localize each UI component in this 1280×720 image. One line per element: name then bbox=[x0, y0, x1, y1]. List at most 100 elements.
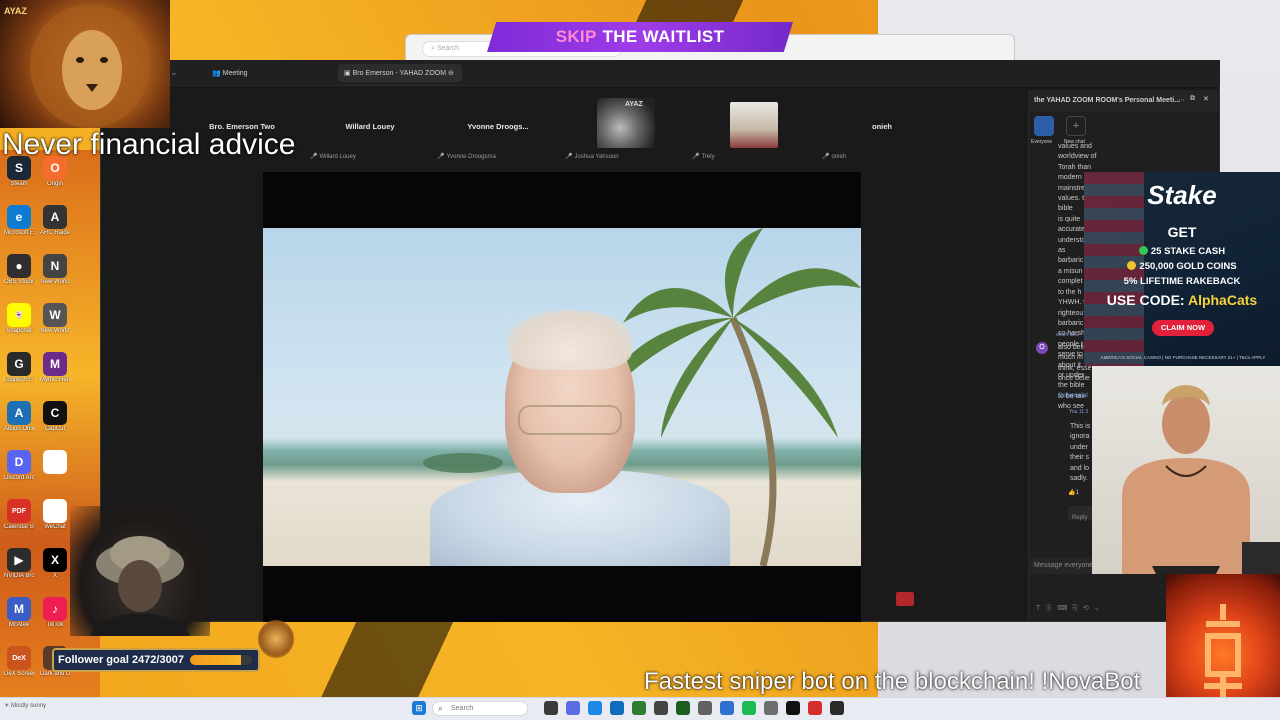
participant-name-6: onieh bbox=[872, 122, 892, 131]
desktop-icon[interactable]: DeXDeX Screener bbox=[4, 646, 34, 690]
participant-sub-4-text: Joshua Yahsuun bbox=[574, 154, 619, 160]
desktop-icon[interactable]: 👻 Snapchat bbox=[4, 303, 34, 347]
close-icon[interactable]: ⊖ bbox=[448, 70, 454, 77]
banner-skip-word: SKIP bbox=[555, 27, 597, 46]
taskbar-app-icon[interactable] bbox=[720, 701, 734, 715]
skip-waitlist-banner[interactable]: SKIP THE WAITLIST bbox=[487, 22, 793, 52]
weather-widget[interactable]: ☀ Mostly sunny bbox=[4, 702, 46, 709]
ad-line-3: 5% LIFETIME RAKEBACK bbox=[1123, 276, 1241, 287]
app-icon: W bbox=[43, 303, 67, 327]
participant-sub-5: 🎤 Trely bbox=[692, 153, 715, 160]
app-icon: M bbox=[7, 597, 31, 621]
app-icon: N bbox=[43, 254, 67, 278]
taskbar-app-icon[interactable] bbox=[808, 701, 822, 715]
participant-thumb-couple[interactable] bbox=[730, 102, 778, 148]
mic-off-icon: 🎤 bbox=[437, 154, 445, 160]
guest-webcam bbox=[1092, 366, 1280, 574]
ad-fine-print: AMERICA'S SOCIAL CASINO | NO PURCHASE NE… bbox=[1100, 355, 1266, 360]
desktop-icon[interactable]: ▶NVIDIA Broadcast bbox=[4, 548, 34, 592]
desktop-icon[interactable]: GLogitech G HUB bbox=[4, 352, 34, 396]
chat-tab-everyone[interactable]: Everyone bbox=[1031, 139, 1052, 145]
app-icon: C bbox=[43, 401, 67, 425]
app-icon: e bbox=[7, 205, 31, 229]
weather-label: Mostly sunny bbox=[11, 703, 47, 709]
cash-coin-icon bbox=[1138, 246, 1148, 255]
ad-code-line: USE CODE: AlphaCats bbox=[1084, 292, 1280, 308]
chat-line: under bbox=[1070, 443, 1088, 451]
desktop-icon[interactable]: MMythic Heroes bbox=[40, 352, 70, 396]
record-icon[interactable] bbox=[896, 592, 914, 606]
chat-everyone-avatar[interactable] bbox=[1034, 116, 1054, 136]
close-icon[interactable]: ✕ bbox=[1203, 95, 1209, 103]
taskbar-search[interactable]: Search bbox=[432, 701, 528, 716]
people-icon: 👥 bbox=[212, 70, 223, 77]
chat-line: ignora bbox=[1070, 433, 1090, 441]
ad-line-1: 25 STAKE CASH bbox=[1084, 246, 1280, 257]
ticker-text: Fastest sniper bot on the blockchain! !N… bbox=[644, 668, 1141, 695]
popout-icon[interactable]: ⧉ bbox=[1190, 95, 1195, 103]
desktop-icon[interactable]: XX bbox=[40, 548, 70, 592]
taskbar-app-icon[interactable] bbox=[654, 701, 668, 715]
taskbar-app-icon[interactable] bbox=[676, 701, 690, 715]
mic-off-icon: 🎤 bbox=[692, 154, 700, 160]
app-icon: PDF bbox=[7, 499, 31, 523]
tab-meeting[interactable]: 👥 Meeting bbox=[212, 69, 248, 77]
claim-now-button[interactable]: CLAIM NOW bbox=[1152, 320, 1214, 336]
participant-name-3: Yvonne Droogs... bbox=[467, 122, 529, 131]
desktop-icon[interactable]: N New World bbox=[40, 254, 70, 298]
more-icon[interactable]: ⋯ bbox=[1178, 96, 1185, 104]
chat-line: once belie bbox=[1058, 375, 1090, 383]
desktop-icon[interactable]: W New World bbox=[40, 303, 70, 347]
new-chat-icon[interactable]: + bbox=[1066, 116, 1086, 136]
chevron-down-icon[interactable]: ⌄ bbox=[170, 67, 178, 78]
taskbar-app-icon[interactable] bbox=[610, 701, 624, 715]
desktop-icon[interactable]: DDiscord Archive bbox=[4, 450, 34, 494]
participant-thumb-lion[interactable]: AYAZ bbox=[597, 98, 655, 148]
desktop-icon[interactable]: eMicrosoft Edge bbox=[4, 205, 34, 249]
collapse-all-link[interactable]: Collapse al bbox=[1058, 393, 1088, 399]
follower-goal-widget: Follower goal 2472/3007 bbox=[52, 648, 260, 672]
desktop-icon[interactable]: AARC Raiders bbox=[40, 205, 70, 249]
taskbar-app-icon[interactable] bbox=[632, 701, 646, 715]
start-icon[interactable]: ⊞ bbox=[412, 701, 426, 715]
taskbar-app-icon[interactable] bbox=[742, 701, 756, 715]
tab-bro-emerson[interactable]: ▣ Bro Emerson - YAHAD ZOOM ⊖ bbox=[344, 69, 454, 77]
follower-progress-fill bbox=[189, 655, 241, 665]
taskbar-app-icon[interactable] bbox=[566, 701, 580, 715]
desktop-icon[interactable]: PDFCalendar Book bbox=[4, 499, 34, 543]
participant-sub-5-text: Trely bbox=[701, 154, 715, 160]
lion-text: AYAZ bbox=[4, 6, 27, 16]
follower-progress-bar bbox=[189, 655, 252, 665]
taskbar-app-icon[interactable] bbox=[764, 701, 778, 715]
lion-avatar-icon bbox=[1052, 420, 1062, 430]
participant-name-2: Willard Louey bbox=[345, 122, 395, 131]
desktop-icon[interactable]: ● OBS Studio bbox=[4, 254, 34, 298]
participant-sub-6-text: onieh bbox=[831, 154, 847, 160]
app-icon: A bbox=[7, 401, 31, 425]
video-icon: ▣ bbox=[344, 70, 353, 77]
reply-box[interactable]: Reply bbox=[1068, 506, 1094, 521]
ad-get: GET bbox=[1167, 224, 1197, 240]
ad-line-2-text: 250,000 GOLD COINS bbox=[1139, 261, 1237, 272]
desktop-icon[interactable] bbox=[40, 450, 70, 494]
desktop-icon[interactable]: AAlbion Online bbox=[4, 401, 34, 445]
desktop-icon[interactable]: O Origin bbox=[40, 156, 70, 200]
speaker-glasses bbox=[518, 405, 622, 435]
desktop-icon-label: Discord Archive bbox=[4, 475, 34, 481]
reaction-badge[interactable]: 👍1 bbox=[1068, 489, 1079, 496]
participant-sub-3-text: Yvonne Droogsma bbox=[446, 154, 496, 160]
desktop-icon[interactable]: WeChat bbox=[40, 499, 70, 543]
taskbar-app-icon[interactable] bbox=[588, 701, 602, 715]
desktop-icon[interactable]: M McAfee bbox=[4, 597, 34, 641]
stake-advertisement[interactable]: Stake GET 25 STAKE CASH 250,000 GOLD COI… bbox=[1084, 172, 1280, 366]
chat-line: sadly. bbox=[1070, 475, 1088, 483]
chat-toolbar-icons[interactable]: TⓈ⌨⎘⟲⌄ bbox=[1036, 603, 1105, 613]
desktop-icon[interactable]: ♪ TikTok bbox=[40, 597, 70, 641]
taskbar-app-icon[interactable] bbox=[698, 701, 712, 715]
app-icon bbox=[43, 499, 67, 523]
taskbar-app-icon[interactable] bbox=[830, 701, 844, 715]
taskbar-app-icon[interactable] bbox=[544, 701, 558, 715]
taskbar-app-icon[interactable] bbox=[786, 701, 800, 715]
desktop-icon[interactable]: C CapCut bbox=[40, 401, 70, 445]
desktop-icon[interactable]: S Steam bbox=[4, 156, 34, 200]
